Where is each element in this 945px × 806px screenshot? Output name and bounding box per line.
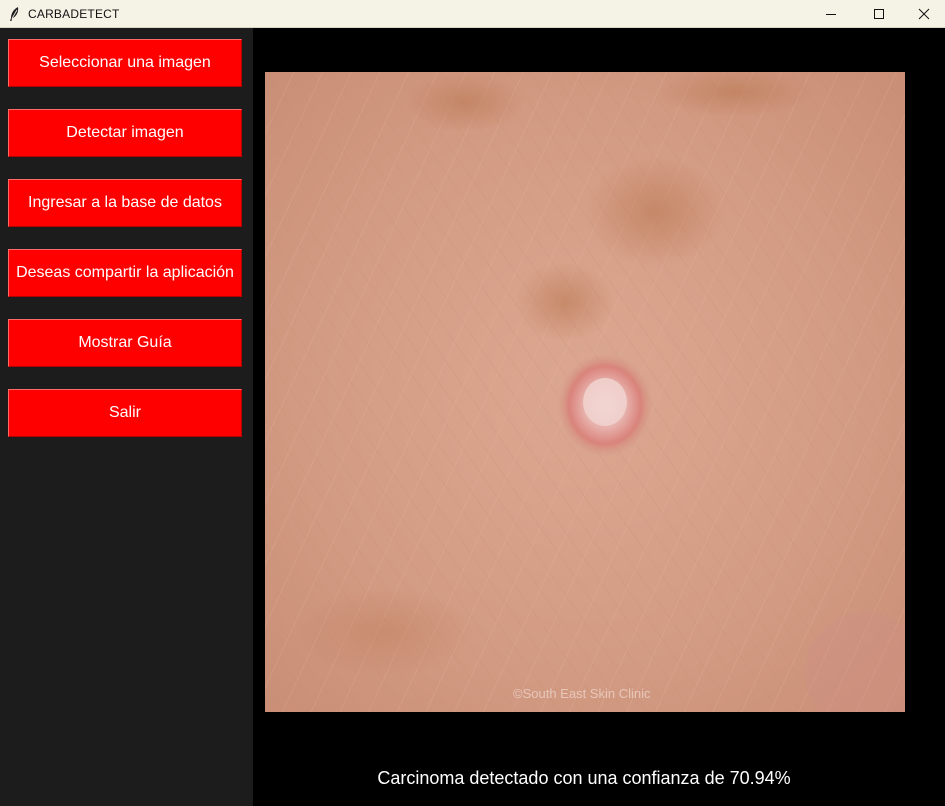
close-icon <box>918 8 930 19</box>
image-watermark: ©South East Skin Clinic <box>513 686 651 701</box>
detect-image-button[interactable]: Detectar imagen <box>8 109 242 157</box>
maximize-button[interactable] <box>856 0 902 27</box>
app-window: CARBADETECT Seleccionar una imagen Detec… <box>0 0 945 806</box>
maximize-icon <box>874 8 884 19</box>
share-app-button[interactable]: Deseas compartir la aplicación <box>8 249 242 297</box>
main-panel: ©South East Skin Clinic Carcinoma detect… <box>253 28 945 806</box>
minimize-button[interactable] <box>808 0 854 27</box>
window-title: CARBADETECT <box>28 7 120 21</box>
minimize-icon <box>826 13 836 15</box>
close-button[interactable] <box>901 0 945 27</box>
select-image-button[interactable]: Seleccionar una imagen <box>8 39 242 87</box>
title-bar[interactable]: CARBADETECT <box>0 0 945 28</box>
database-button[interactable]: Ingresar a la base de datos <box>8 179 242 227</box>
show-guide-button[interactable]: Mostrar Guía <box>8 319 242 367</box>
skin-lesion-image: ©South East Skin Clinic <box>265 72 905 712</box>
feather-icon <box>8 6 22 22</box>
sidebar: Seleccionar una imagen Detectar imagen I… <box>0 28 253 806</box>
exit-button[interactable]: Salir <box>8 389 242 437</box>
detection-result: Carcinoma detectado con una confianza de… <box>377 768 791 788</box>
